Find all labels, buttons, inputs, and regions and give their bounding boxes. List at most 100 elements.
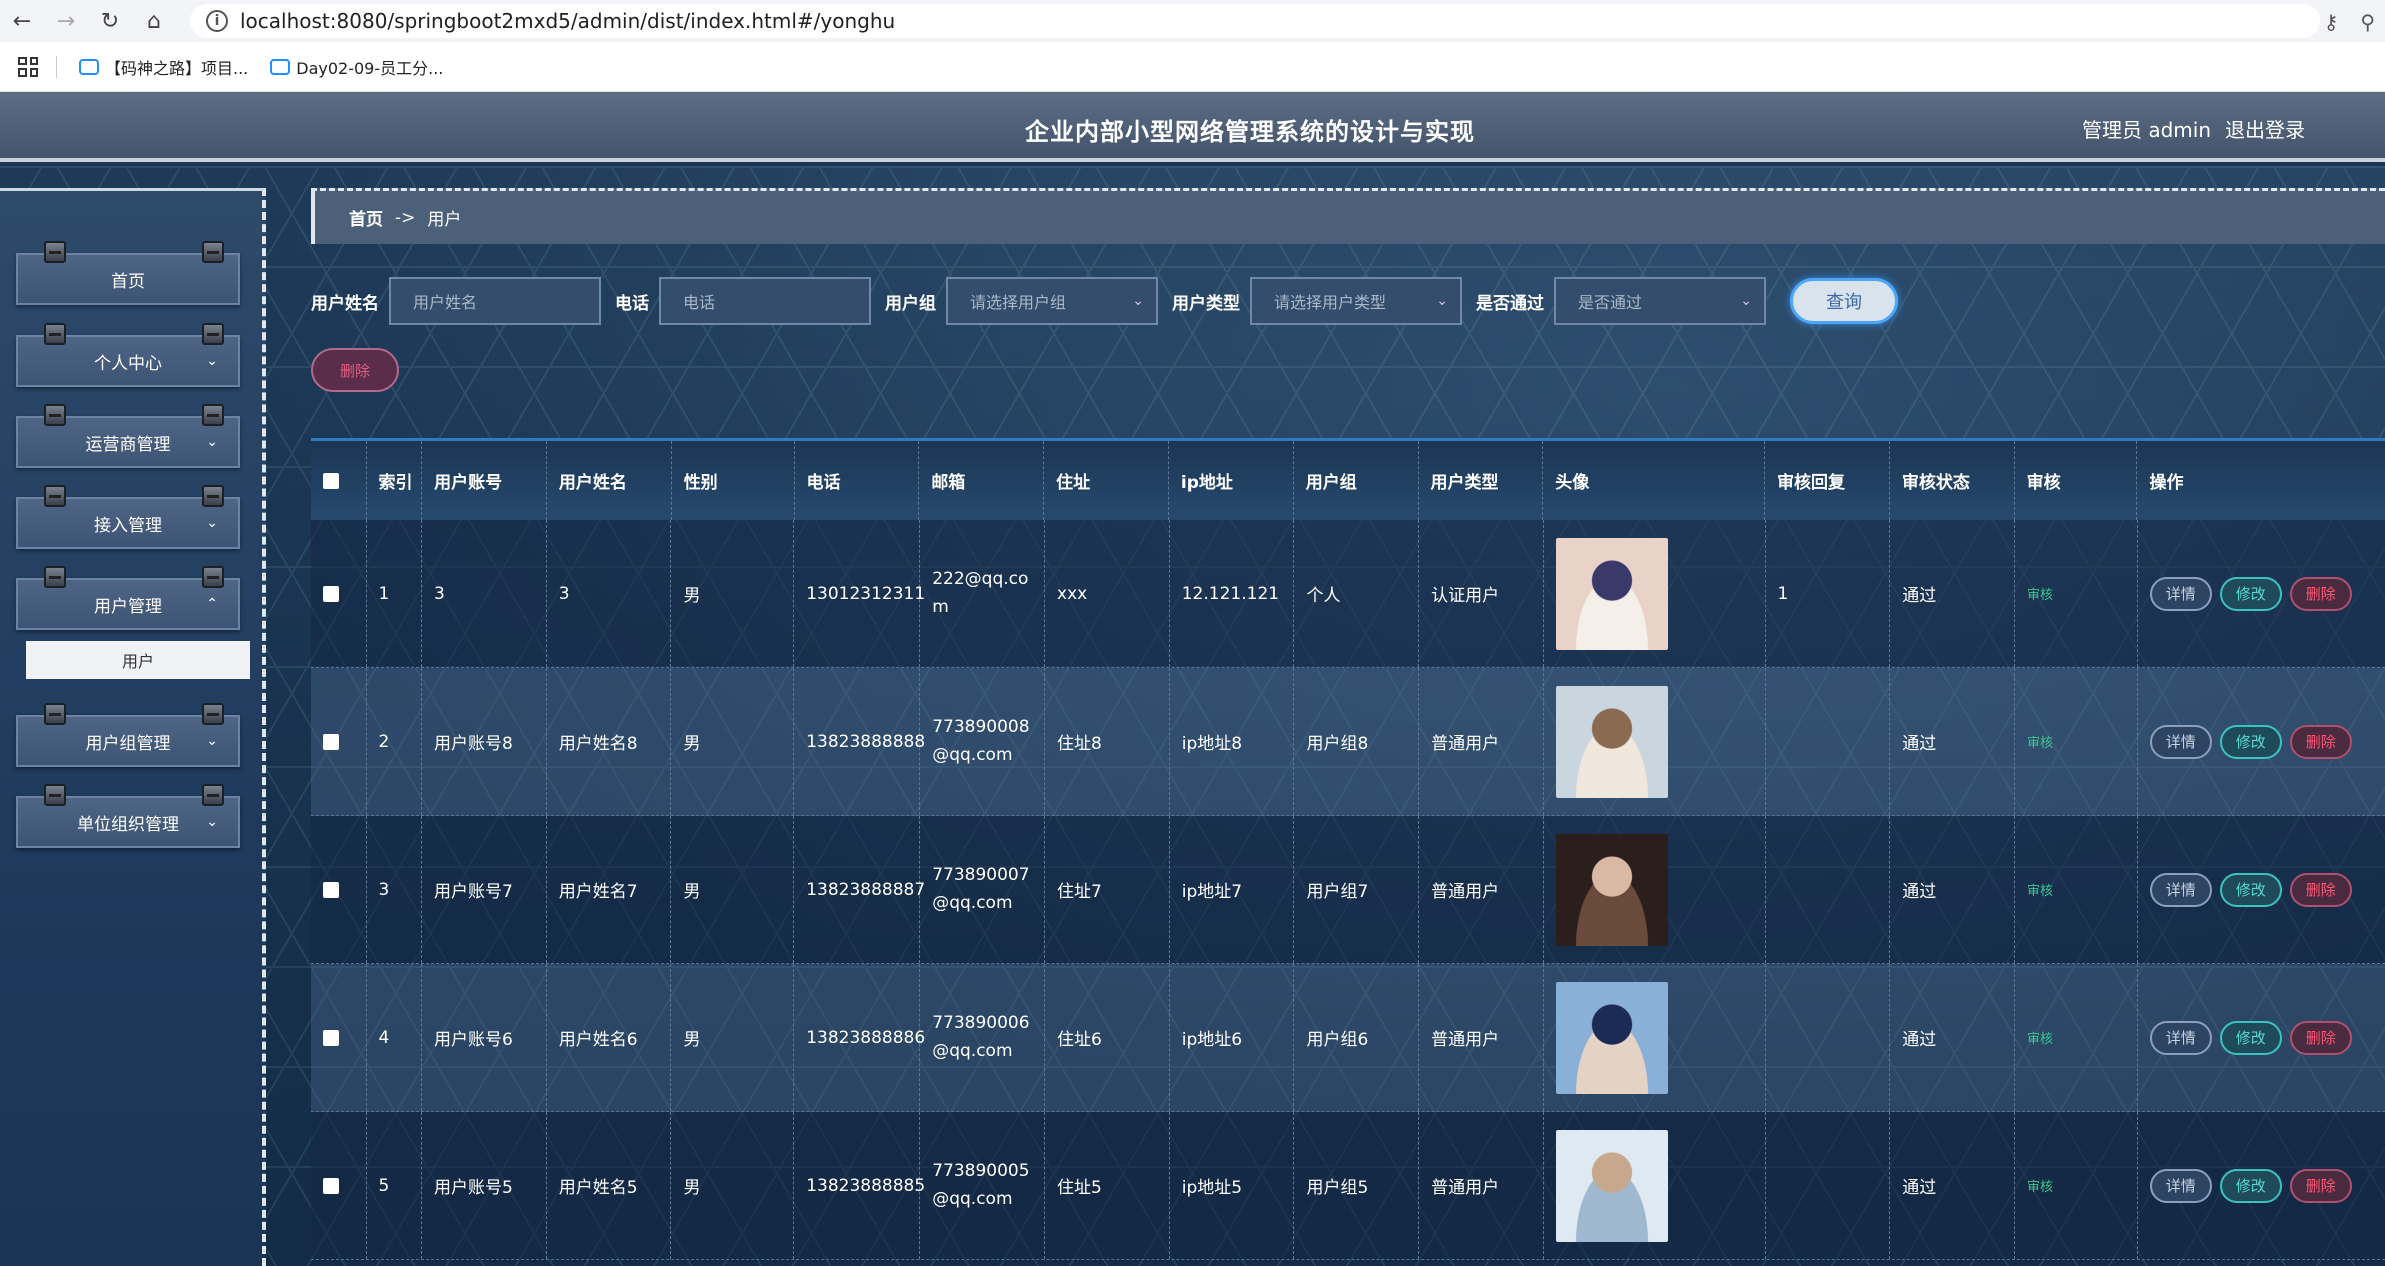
chevron-down-icon: ⌄ [1132,293,1144,309]
cell-group: 个人 [1294,520,1420,667]
back-icon[interactable]: ← [0,0,44,42]
avatar[interactable] [1555,537,1668,650]
header-phone: 电话 [795,441,920,520]
cell-group: 用户组7 [1294,816,1420,963]
sidebar-item-home[interactable]: 首页 [16,241,240,305]
delete-button[interactable]: 删除 [2289,872,2352,907]
sidebar-item-profile[interactable]: 个人中心 ⌄ [16,323,240,387]
header-gender: 性别 [672,441,795,520]
cell-address: 住址5 [1045,1112,1170,1259]
cell-type: 认证用户 [1419,520,1544,667]
avatar[interactable] [1555,833,1668,946]
edit-button[interactable]: 修改 [2219,1020,2282,1055]
detail-button[interactable]: 详情 [2149,1020,2212,1055]
clip-icon [202,404,224,426]
clip-icon [202,485,224,507]
chevron-up-icon: ⌃ [206,596,218,612]
select-all-checkbox[interactable] [323,472,339,489]
cell-gender: 男 [671,964,795,1111]
sidebar-item-usergroup[interactable]: 用户组管理 ⌄ [16,703,240,767]
detail-button[interactable]: 详情 [2149,576,2212,611]
address-bar[interactable]: i localhost:8080/springboot2mxd5/admin/d… [190,4,2320,38]
header-group: 用户组 [1294,441,1419,520]
type-select[interactable]: 请选择用户类型 ⌄ [1250,277,1462,325]
table-row: 1 3 3 男 13012312311 222@qq.com xxx 12.121.121 个人… [311,520,2385,668]
phone-search-input[interactable]: 电话 [659,277,871,325]
row-checkbox[interactable] [323,881,339,898]
chevron-down-icon: ⌄ [1740,293,1752,309]
clip-icon [44,485,66,507]
row-checkbox[interactable] [323,585,339,602]
breadcrumb-current: 用户 [427,210,462,230]
cell-type: 普通用户 [1419,1112,1544,1259]
name-search-input[interactable]: 用户姓名 [389,277,601,325]
cell-reply [1766,964,1891,1111]
cell-type: 普通用户 [1419,964,1544,1111]
clip-icon [44,323,66,345]
audit-link[interactable]: 审核 [2027,584,2053,603]
clip-icon [44,703,66,725]
group-select[interactable]: 请选择用户组 ⌄ [946,277,1158,325]
logout-link[interactable]: 退出登录 [2225,114,2305,143]
avatar[interactable] [1555,981,1668,1094]
row-checkbox[interactable] [323,733,339,750]
sidebar-subitem-user[interactable]: 用户 [26,641,250,679]
audit-link[interactable]: 审核 [2027,1028,2053,1047]
audit-link[interactable]: 审核 [2027,1176,2053,1195]
user-label: 管理员 admin [2081,118,2211,142]
pass-select[interactable]: 是否通过 ⌄ [1554,277,1766,325]
table-row: 3 用户账号7 用户姓名7 男 13823888887 773890007@qq.com 住… [311,816,2385,964]
cell-ip: ip地址6 [1170,964,1295,1111]
row-checkbox[interactable] [323,1177,339,1194]
cell-ip: 12.121.121 [1170,520,1295,667]
zoom-icon[interactable]: ⚲ [2360,10,2375,34]
edit-button[interactable]: 修改 [2219,576,2282,611]
bookmark-item[interactable]: 【码神之路】项目... [79,55,248,79]
cell-phone: 13823888885 [794,1112,925,1259]
cell-status: 通过 [1890,1112,2015,1259]
detail-button[interactable]: 详情 [2149,1168,2212,1203]
batch-delete-button[interactable]: 删除 [311,348,399,392]
user-table: 索引 用户账号 用户姓名 性别 电话 邮箱 住址 ip地址 用户组 用户类型 头… [311,438,2385,1260]
delete-button[interactable]: 删除 [2289,1168,2352,1203]
query-button[interactable]: 查询 [1790,278,1898,324]
sidebar-item-access[interactable]: 接入管理 ⌄ [16,485,240,549]
sidebar-item-operator[interactable]: 运营商管理 ⌄ [16,404,240,468]
reload-icon[interactable]: ↻ [88,0,132,42]
table-row: 2 用户账号8 用户姓名8 男 13823888888 773890008@qq.com 住… [311,668,2385,816]
edit-button[interactable]: 修改 [2219,1168,2282,1203]
cell-gender: 男 [671,1112,795,1259]
key-icon[interactable]: ⚷ [2324,10,2339,34]
cell-type: 普通用户 [1419,668,1544,815]
apps-icon[interactable] [18,56,38,77]
bilibili-icon [79,58,99,75]
bookmark-item[interactable]: Day02-09-员工分... [270,55,443,79]
breadcrumb-home[interactable]: 首页 [349,205,383,230]
avatar[interactable] [1555,1129,1668,1242]
cell-group: 用户组6 [1294,964,1420,1111]
table-row: 5 用户账号5 用户姓名5 男 13823888885 773890005@qq.com 住… [311,1112,2385,1260]
forward-icon[interactable]: → [44,0,88,42]
detail-button[interactable]: 详情 [2149,872,2212,907]
row-checkbox[interactable] [323,1029,339,1046]
avatar[interactable] [1555,685,1668,798]
delete-button[interactable]: 删除 [2289,724,2352,759]
delete-button[interactable]: 删除 [2289,1020,2352,1055]
home-icon[interactable]: ⌂ [132,0,176,42]
detail-button[interactable]: 详情 [2149,724,2212,759]
cell-gender: 男 [671,520,795,667]
cell-reply [1766,668,1891,815]
sidebar-item-org[interactable]: 单位组织管理 ⌄ [16,784,240,848]
clip-icon [202,784,224,806]
cell-account: 用户账号6 [422,964,547,1111]
delete-button[interactable]: 删除 [2289,576,2352,611]
sidebar-item-users[interactable]: 用户管理 ⌃ [16,566,240,630]
header-ip: ip地址 [1169,441,1294,520]
edit-button[interactable]: 修改 [2219,724,2282,759]
edit-button[interactable]: 修改 [2219,872,2282,907]
audit-link[interactable]: 审核 [2027,880,2053,899]
cell-status: 通过 [1890,964,2015,1111]
cell-type: 普通用户 [1419,816,1544,963]
site-info-icon[interactable]: i [206,10,228,32]
audit-link[interactable]: 审核 [2027,732,2053,751]
